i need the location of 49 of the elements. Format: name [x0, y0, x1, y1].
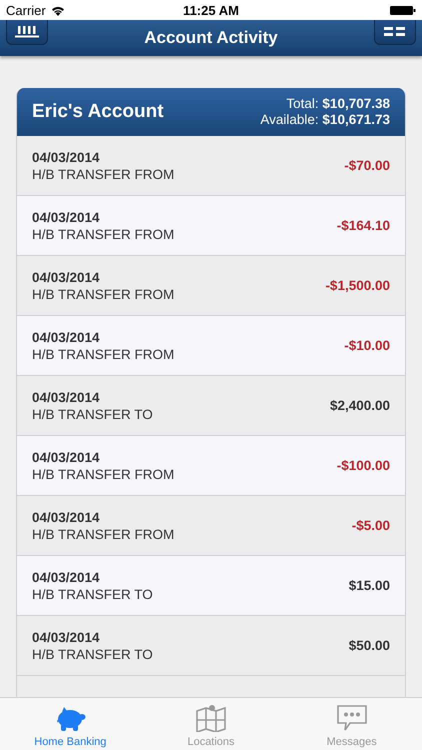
available-label: Available:: [260, 112, 319, 127]
transaction-date: 04/03/2014: [32, 328, 101, 346]
battery-icon: [390, 4, 416, 16]
transaction-description: H/B TRANSFER FROM: [32, 166, 174, 182]
map-icon: [195, 704, 227, 732]
transaction-description: H/B TRANSFER TO: [32, 586, 153, 602]
carrier-label: Carrier: [6, 2, 46, 18]
account-name: Eric's Account: [32, 101, 164, 123]
transaction-description: H/B TRANSFER FROM: [32, 526, 174, 542]
transaction-amount: -$100.00: [336, 458, 390, 473]
wifi-icon: [50, 4, 65, 16]
transaction-row[interactable]: 04/03/2014 H/B TRANSFER FROM -$10.00: [17, 316, 405, 376]
transaction-row[interactable]: 04/03/2014 H/B TRANSFER FROM -$164.10: [17, 196, 405, 256]
transaction-date: 04/03/2014: [32, 508, 101, 526]
menu-button[interactable]: [374, 20, 416, 45]
transaction-amount: -$70.00: [344, 158, 390, 173]
transaction-description: H/B TRANSFER FROM: [32, 286, 174, 302]
transaction-amount: $15.00: [348, 578, 390, 593]
transaction-amount: -$10.00: [344, 338, 390, 353]
transaction-date: 04/03/2014: [32, 148, 101, 166]
transaction-description: H/B TRANSFER TO: [32, 406, 153, 422]
transaction-description: H/B TRANSFER TO: [32, 646, 153, 662]
transaction-description: H/B TRANSFER FROM: [32, 226, 174, 242]
transaction-amount: -$164.10: [336, 218, 390, 233]
bank-button[interactable]: [6, 20, 48, 45]
menu-icon: [384, 26, 406, 38]
bank-icon: [14, 26, 40, 38]
transaction-amount: -$1,500.00: [325, 278, 390, 293]
transaction-amount: $2,400.00: [330, 398, 390, 413]
transaction-date: 04/03/2014: [32, 268, 101, 286]
transaction-amount: $50.00: [348, 638, 390, 653]
tab-item[interactable]: Home Banking: [0, 698, 141, 750]
transaction-date: 04/03/2014: [32, 568, 101, 586]
screen-title: Account Activity: [144, 28, 278, 48]
transaction-date: 04/03/2014: [32, 388, 101, 406]
total-label: Total:: [286, 96, 319, 111]
transaction-amount: -$5.00: [352, 518, 390, 533]
transaction-date: 04/03/2014: [32, 628, 101, 646]
transaction-description: H/B TRANSFER FROM: [32, 346, 174, 362]
transaction-date: 04/03/2014: [32, 208, 101, 226]
total-amount: $10,707.38: [322, 96, 390, 111]
chat-icon: [336, 704, 368, 732]
piggy-bank-icon: [54, 706, 86, 732]
transaction-date: 04/03/2014: [32, 448, 101, 466]
available-amount: $10,671.73: [322, 112, 390, 127]
transaction-row[interactable]: 04/03/2014 H/B TRANSFER FROM -$100.00: [17, 436, 405, 496]
transaction-row[interactable]: 04/03/2014 H/B TRANSFER TO $15.00: [17, 556, 405, 616]
clock-time: 11:25 AM: [183, 2, 239, 18]
transaction-description: H/B TRANSFER FROM: [32, 466, 174, 482]
